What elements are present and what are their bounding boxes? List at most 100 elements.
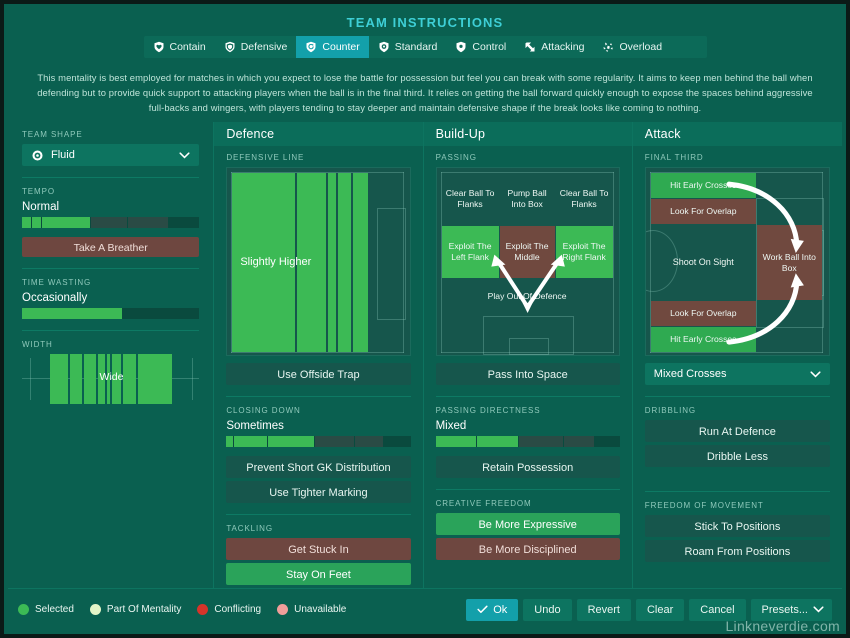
width-label: WIDTH bbox=[22, 340, 53, 349]
divider bbox=[435, 489, 620, 490]
sidebar: TEAM SHAPE Fluid TEMPO Normal Take A Bre… bbox=[8, 122, 215, 588]
passing-cell-clear-ball-to-flanks-right[interactable]: Clear Ball To Flanks bbox=[556, 173, 613, 225]
shield-heart-icon bbox=[153, 41, 165, 53]
revert-button[interactable]: Revert bbox=[576, 598, 631, 621]
run-at-defence-button[interactable]: Run At Defence bbox=[644, 420, 830, 442]
stick-to-positions-button[interactable]: Stick To Positions bbox=[644, 515, 830, 537]
shield-ball-icon bbox=[455, 41, 467, 53]
tempo-slider[interactable] bbox=[22, 217, 200, 228]
legend-label: Conflicting bbox=[214, 604, 262, 615]
retain-possession-button[interactable]: Retain Possession bbox=[435, 456, 620, 478]
buildup-title: Build-Up bbox=[423, 122, 632, 146]
divider bbox=[644, 396, 830, 397]
time-wasting-slider[interactable] bbox=[22, 308, 200, 319]
get-stuck-in-button[interactable]: Get Stuck In bbox=[226, 538, 411, 560]
cancel-button[interactable]: Cancel bbox=[689, 598, 746, 621]
final-third-cell-look-for-overlap-top[interactable]: Look For Overlap bbox=[650, 199, 756, 224]
passing-cell-exploit-the-middle[interactable]: Exploit The Middle bbox=[499, 226, 555, 278]
width-value: Wide bbox=[99, 371, 124, 383]
legend-item-part-of-mentality: Part Of Mentality bbox=[89, 604, 181, 615]
prevent-short-gk-distribution-button[interactable]: Prevent Short GK Distribution bbox=[226, 456, 411, 478]
final-third-cell-hit-early-crosses-top[interactable]: Hit Early Crosses bbox=[650, 173, 756, 198]
passing-directness-label: PASSING DIRECTNESS bbox=[435, 406, 541, 415]
presets-button[interactable]: Presets... bbox=[750, 598, 832, 621]
mentality-description: This mentality is best employed for matc… bbox=[37, 72, 813, 113]
footer: Selected Part Of Mentality Conflicting U… bbox=[8, 588, 842, 630]
divider bbox=[435, 396, 620, 397]
counter-arrow-icon bbox=[305, 41, 317, 53]
tackling-label: TACKLING bbox=[226, 524, 273, 533]
passing-cell-exploit-the-left-flank[interactable]: Exploit The Left Flank bbox=[441, 226, 499, 278]
roam-from-positions-button[interactable]: Roam From Positions bbox=[644, 540, 830, 562]
footer-buttons: Ok Undo Revert Clear Cancel Presets... bbox=[466, 598, 832, 621]
closing-down-value: Sometimes bbox=[226, 420, 284, 432]
passing-cell-exploit-the-right-flank[interactable]: Exploit The Right Flank bbox=[555, 226, 613, 278]
dribbling-label: DRIBBLING bbox=[644, 406, 697, 415]
clear-button[interactable]: Clear bbox=[635, 598, 685, 621]
mentality-tab-label: Overload bbox=[619, 41, 663, 53]
use-offside-trap-button[interactable]: Use Offside Trap bbox=[226, 363, 411, 385]
legend-dot-part-of-mentality bbox=[89, 604, 101, 615]
legend-label: Selected bbox=[35, 604, 74, 615]
legend-label: Unavailable bbox=[294, 604, 347, 615]
legend-dot-conflicting bbox=[197, 604, 209, 615]
final-third-cell-shoot-on-sight[interactable]: Shoot On Sight bbox=[651, 225, 756, 300]
undo-button[interactable]: Undo bbox=[523, 598, 572, 621]
closing-down-label: CLOSING DOWN bbox=[226, 406, 301, 415]
divider bbox=[22, 268, 200, 269]
mentality-tab-attacking[interactable]: Attacking bbox=[515, 36, 594, 58]
passing-cell-clear-ball-to-flanks-left[interactable]: Clear Ball To Flanks bbox=[442, 173, 499, 225]
passing-cell-play-out-of-defence[interactable]: Play Out Of Defence bbox=[442, 279, 613, 313]
mentality-tab-contain[interactable]: Contain bbox=[143, 36, 215, 58]
legend-item-conflicting: Conflicting bbox=[197, 604, 261, 615]
defence-title: Defence bbox=[214, 122, 423, 146]
ok-button[interactable]: Ok bbox=[466, 598, 519, 621]
final-third-cell-look-for-overlap-bottom[interactable]: Look For Overlap bbox=[650, 301, 756, 326]
stay-on-feet-button[interactable]: Stay On Feet bbox=[226, 563, 411, 585]
team-instructions-window: TEAM INSTRUCTIONS Contain Defensive Coun… bbox=[0, 0, 850, 638]
check-icon bbox=[477, 605, 488, 614]
crosses-dropdown[interactable]: Mixed Crosses bbox=[644, 363, 830, 385]
final-third-cell-work-ball-into-box[interactable]: Work Ball Into Box bbox=[756, 225, 822, 300]
mentality-tab-defensive[interactable]: Defensive bbox=[214, 36, 297, 58]
chevron-down-icon bbox=[813, 606, 824, 613]
legend-dot-unavailable bbox=[277, 604, 289, 615]
divider bbox=[226, 396, 411, 397]
attack-column: Attack FINAL THIRD Hit Early Crosses Loo… bbox=[632, 122, 842, 588]
passing-cell-pump-ball-into-box[interactable]: Pump Ball Into Box bbox=[500, 173, 555, 225]
ok-button-label: Ok bbox=[493, 603, 508, 616]
passing-directness-slider[interactable] bbox=[435, 436, 620, 447]
legend-item-unavailable: Unavailable bbox=[277, 604, 346, 615]
final-third-label: FINAL THIRD bbox=[644, 153, 704, 162]
passing-pitch: Clear Ball To Flanks Pump Ball Into Box … bbox=[435, 167, 620, 356]
take-a-breather-button[interactable]: Take A Breather bbox=[22, 237, 200, 257]
mentality-tab-label: Control bbox=[472, 41, 507, 53]
final-third-cell-hit-early-crosses-bottom[interactable]: Hit Early Crosses bbox=[650, 327, 756, 352]
freedom-of-movement-label: FREEDOM OF MOVEMENT bbox=[644, 501, 764, 510]
mentality-tab-overload[interactable]: Overload bbox=[593, 36, 672, 58]
be-more-disciplined-button[interactable]: Be More Disciplined bbox=[435, 538, 620, 560]
time-wasting-value: Occasionally bbox=[22, 292, 88, 304]
chevron-down-icon bbox=[810, 370, 821, 378]
width-pitch[interactable]: Wide bbox=[22, 354, 200, 404]
mentality-tab-counter[interactable]: Counter bbox=[296, 36, 369, 58]
final-third-pitch: Hit Early Crosses Look For Overlap Shoot… bbox=[644, 167, 830, 356]
use-tighter-marking-button[interactable]: Use Tighter Marking bbox=[226, 481, 411, 503]
team-shape-dropdown[interactable]: Fluid bbox=[22, 144, 200, 166]
mentality-tab-standard[interactable]: Standard bbox=[368, 36, 447, 58]
creative-freedom-label: CREATIVE FREEDOM bbox=[435, 499, 532, 508]
shield-circle-icon bbox=[378, 41, 390, 53]
buildup-column: Build-Up PASSING Clear Ball To Flanks Pu… bbox=[423, 122, 633, 588]
closing-down-slider[interactable] bbox=[226, 436, 411, 447]
attack-title: Attack bbox=[632, 122, 842, 146]
mentality-tabs: Contain Defensive Counter Standard Contr… bbox=[143, 36, 707, 58]
tempo-label: TEMPO bbox=[22, 187, 55, 196]
shield-icon bbox=[224, 41, 236, 53]
mentality-tab-control[interactable]: Control bbox=[446, 36, 516, 58]
legend: Selected Part Of Mentality Conflicting U… bbox=[18, 604, 466, 615]
defensive-line-pitch[interactable]: Slightly Higher bbox=[226, 167, 411, 356]
passing-label: PASSING bbox=[435, 153, 477, 162]
dribble-less-button[interactable]: Dribble Less bbox=[644, 445, 830, 467]
be-more-expressive-button[interactable]: Be More Expressive bbox=[435, 513, 620, 535]
pass-into-space-button[interactable]: Pass Into Space bbox=[435, 363, 620, 385]
